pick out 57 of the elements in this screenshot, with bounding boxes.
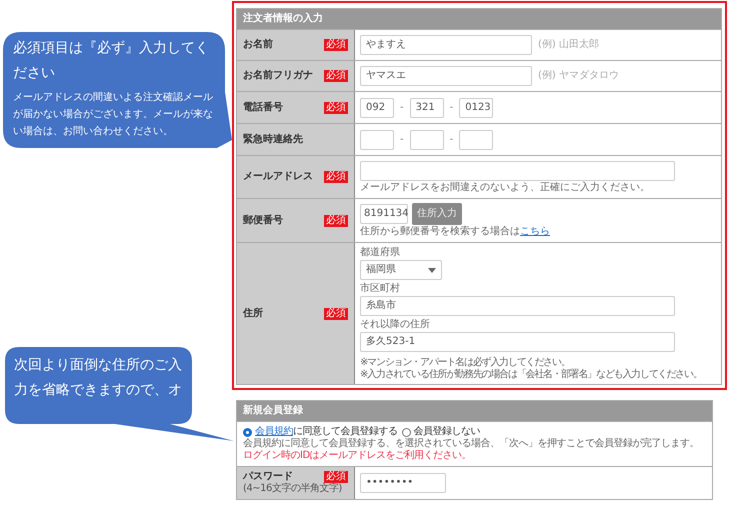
field-label: 電話番号 xyxy=(243,102,283,114)
field-label: 都道府県 xyxy=(360,247,401,259)
field-label: パスワード xyxy=(243,471,293,482)
address-note: ※入力されている住所が勤務先の場合は「会社名・部署名」なども入力してください。 xyxy=(360,369,703,380)
separator-text: - xyxy=(450,134,454,146)
radio-button[interactable] xyxy=(243,428,252,436)
required-badge: 必須 xyxy=(324,171,348,183)
option-label[interactable]: 会員登録しない xyxy=(414,426,480,438)
field-label: 市区町村 xyxy=(360,283,401,295)
option-label[interactable]: 会員規約に同意して会員登録する xyxy=(255,426,398,438)
postal-code-field[interactable]: 8191134 xyxy=(360,204,408,224)
section-title: 新規会員登録 xyxy=(237,401,712,421)
phone-field[interactable] xyxy=(360,130,394,150)
separator-text: - xyxy=(400,102,404,114)
dropdown-caret-icon xyxy=(428,268,436,272)
terms-link[interactable]: 会員規約 xyxy=(255,426,293,437)
field-label: お名前フリガナ xyxy=(243,70,313,82)
example-text: (例) ヤマダタロウ xyxy=(538,70,619,82)
field-label: 緊急時連絡先 xyxy=(243,134,303,146)
password-field[interactable]: •••••••• xyxy=(360,473,446,493)
info-text: 会員規約に同意して会員登録する、を選択されている場合、「次へ」を押すことで会員登録が完了します。 xyxy=(243,438,700,450)
separator-text: - xyxy=(400,134,404,146)
radio-button[interactable] xyxy=(402,428,410,436)
required-badge: 必須 xyxy=(324,471,348,483)
required-badge: 必須 xyxy=(324,39,348,51)
separator-text: - xyxy=(450,102,454,114)
search-link[interactable]: こちら xyxy=(520,226,550,237)
field-label: 住所 xyxy=(243,308,263,320)
callout-title: 次回より面倒な住所のご入力を省略できますので、オ xyxy=(14,356,183,400)
email-field[interactable] xyxy=(360,160,675,180)
section-title: 注文者情報の入力 xyxy=(237,9,721,29)
example-text: (例) 山田太郎 xyxy=(538,39,599,51)
phone-field[interactable] xyxy=(459,130,494,150)
city-field[interactable]: 糸島市 xyxy=(360,296,675,316)
address-field[interactable]: 多久523-1 xyxy=(360,332,675,352)
prefecture-dropdown[interactable]: 福岡県 xyxy=(360,260,442,280)
hint-text: メールアドレスをお間違えのないよう、正確にご入力ください。 xyxy=(360,182,651,194)
required-badge: 必須 xyxy=(324,214,348,226)
warning-text: ログイン時のIDはメールアドレスをご利用ください。 xyxy=(243,450,472,462)
address-note: ※マンション・アパート名は必ず入力してください。 xyxy=(360,357,571,368)
text-field[interactable]: やますえ xyxy=(360,35,532,55)
phone-field[interactable] xyxy=(410,130,444,150)
required-badge: 必須 xyxy=(324,102,348,114)
field-label: それ以降の住所 xyxy=(360,319,431,331)
callout-text: メールアドレスの間違いよる注文確認メールが届かない場合がございます。メールが来ない場合は、お問い合わせください。 xyxy=(13,90,214,139)
field-sublabel: (4~16文字の半角文字) xyxy=(243,483,343,495)
phone-field[interactable]: 092 xyxy=(360,98,394,118)
callout-title: 必須項目は『必ず』入力してください xyxy=(13,39,210,83)
phone-field[interactable]: 321 xyxy=(410,98,444,118)
required-badge: 必須 xyxy=(324,308,348,320)
required-badge: 必須 xyxy=(324,70,348,82)
field-label: お名前 xyxy=(243,39,273,51)
phone-field[interactable]: 0123 xyxy=(459,98,494,118)
text-field[interactable]: ヤマスエ xyxy=(360,66,532,86)
hint-text: 住所から郵便番号を検索する場合はこちら xyxy=(360,226,551,238)
field-label: メールアドレス xyxy=(243,171,313,183)
field-label: 郵便番号 xyxy=(243,214,283,226)
